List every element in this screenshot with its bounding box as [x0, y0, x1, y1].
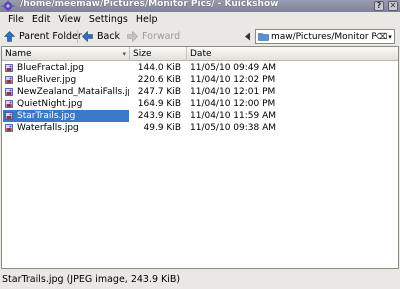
table-row[interactable]: NewZealand_MataiFalls.jpg 247.7 KiB 11/04/… [2, 86, 398, 98]
file-size-cell: 243.9 KiB [137, 111, 181, 121]
back-label: Back [97, 31, 121, 42]
table-row[interactable]: QuietNight.jpg 164.9 KiB 11/04/10 12:00 PM [2, 98, 398, 110]
file-date-cell: 11/05/10 09:49 AM [190, 63, 277, 73]
title-bar[interactable]: /home/meemaw/Pictures/Monitor Pics/ - Ku… [0, 0, 400, 12]
column-size-label: Size [133, 49, 152, 59]
up-arrow-icon [4, 31, 15, 42]
file-size-cell: 49.9 KiB [143, 123, 181, 133]
file-name-label: BlueFractal.jpg [17, 63, 84, 73]
file-rows: BlueFractal.jpg 144.0 KiB 11/05/10 09:49 A… [2, 62, 398, 134]
image-file-icon [5, 112, 13, 120]
file-size-cell: 220.6 KiB [137, 75, 181, 85]
column-header-name[interactable]: Name ▾ [2, 47, 130, 61]
file-size-cell: 144.0 KiB [137, 63, 181, 73]
image-file-icon [5, 100, 13, 108]
menu-bar: File Edit View Settings Help [0, 12, 400, 28]
forward-button[interactable]: Forward [127, 28, 180, 45]
file-name-cell[interactable]: StarTrails.jpg [3, 110, 129, 122]
menu-file[interactable]: File [4, 12, 28, 28]
close-icon[interactable]: ✕ [388, 1, 398, 11]
menu-settings[interactable]: Settings [85, 12, 132, 28]
file-name-label: BlueRiver.jpg [17, 75, 77, 85]
file-name-cell[interactable]: BlueFractal.jpg [3, 62, 129, 74]
file-name-label: Waterfalls.jpg [17, 123, 79, 133]
file-name-label: StarTrails.jpg [17, 111, 76, 121]
parent-folder-button[interactable]: Parent Folder [4, 28, 82, 45]
folder-icon [258, 33, 269, 41]
file-name-cell[interactable]: Waterfalls.jpg [3, 122, 129, 134]
column-name-label: Name [5, 49, 32, 59]
file-date-cell: 11/05/10 09:38 AM [190, 123, 277, 133]
chevron-down-icon[interactable]: ▾ [386, 33, 394, 41]
image-file-icon [5, 76, 13, 84]
table-row[interactable]: Waterfalls.jpg 49.9 KiB 11/05/10 09:38 AM [2, 122, 398, 134]
image-file-icon [5, 88, 13, 96]
file-name-cell[interactable]: BlueRiver.jpg [3, 74, 129, 86]
parent-folder-label: Parent Folder [19, 31, 82, 42]
sort-down-icon: ▾ [122, 50, 126, 58]
status-bar: StarTrails.jpg (JPEG image, 243.9 KiB) [2, 274, 181, 285]
file-list[interactable]: Name ▾ Size Date BlueFractal.jpg 144.0 Ki… [1, 46, 399, 269]
file-size-cell: 164.9 KiB [137, 99, 181, 109]
table-row[interactable]: StarTrails.jpg 243.9 KiB 11/04/10 11:59 AM [2, 110, 398, 122]
toolbar-separator [77, 30, 78, 43]
column-header-size[interactable]: Size [130, 47, 187, 61]
file-name-label: NewZealand_MataiFalls.jpg [17, 87, 129, 97]
table-row[interactable]: BlueFractal.jpg 144.0 KiB 11/05/10 09:49 A… [2, 62, 398, 74]
file-list-header: Name ▾ Size Date [2, 47, 398, 61]
image-file-icon [5, 124, 13, 132]
column-date-label: Date [190, 49, 212, 59]
file-date-cell: 11/04/10 12:00 PM [190, 99, 276, 109]
back-button[interactable]: Back [82, 28, 120, 45]
column-header-date[interactable]: Date [187, 47, 398, 61]
menu-view[interactable]: View [54, 12, 85, 28]
file-size-cell: 247.7 KiB [137, 87, 181, 97]
window-title: /home/meemaw/Pictures/Monitor Pics/ - Ku… [20, 0, 279, 9]
clear-location-icon[interactable]: ⌫ [376, 32, 387, 41]
file-name-cell[interactable]: QuietNight.jpg [3, 98, 129, 110]
location-arrow-icon [245, 32, 250, 41]
table-row[interactable]: BlueRiver.jpg 220.6 KiB 11/04/10 12:02 PM [2, 74, 398, 86]
menu-edit[interactable]: Edit [28, 12, 54, 28]
location-path[interactable]: maw/Pictures/Monitor Pics/ [271, 32, 376, 42]
file-date-cell: 11/04/10 12:02 PM [190, 75, 276, 85]
forward-label: Forward [142, 31, 181, 42]
help-icon[interactable]: ? [374, 1, 384, 11]
menu-help[interactable]: Help [132, 12, 162, 28]
location-combobox[interactable]: maw/Pictures/Monitor Pics/ ⌫ ▾ [255, 29, 395, 44]
file-name-cell[interactable]: NewZealand_MataiFalls.jpg [3, 86, 129, 98]
file-date-cell: 11/04/10 12:01 PM [190, 87, 276, 97]
app-icon[interactable] [1, 0, 15, 12]
right-arrow-icon [127, 31, 138, 42]
file-name-label: QuietNight.jpg [17, 99, 83, 109]
left-arrow-icon [82, 31, 93, 42]
file-date-cell: 11/04/10 11:59 AM [190, 111, 277, 121]
image-file-icon [5, 64, 13, 72]
